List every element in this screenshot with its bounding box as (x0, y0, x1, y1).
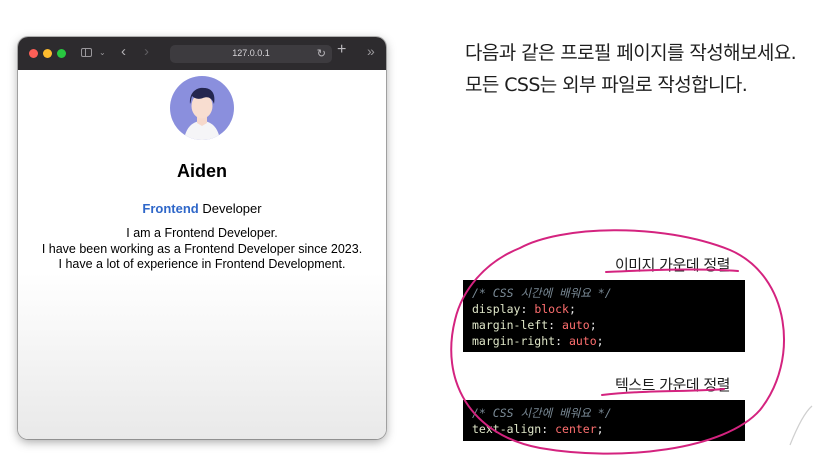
code-block-image-center: /* CSS 시간에 배워요 */ display: block; margin… (463, 280, 745, 352)
code-value: block (534, 302, 569, 316)
role-highlight: Frontend (142, 201, 199, 216)
code-prop: margin-left (472, 318, 549, 332)
profile-bio: I am a Frontend Developer. I have been w… (18, 226, 386, 273)
profile-role: Frontend Developer (18, 201, 386, 216)
instruction-line-2: 모든 CSS는 외부 파일로 작성합니다. (465, 74, 748, 96)
browser-titlebar: ⌄ ‹ › 127.0.0.1 ↻ + » (18, 37, 386, 70)
code-value: auto (562, 318, 590, 332)
bio-line: I am a Frontend Developer. (126, 226, 278, 240)
instruction-line-1: 다음과 같은 프로필 페이지를 작성해보세요. (465, 42, 797, 64)
address-bar[interactable]: 127.0.0.1 ↻ (170, 45, 332, 63)
close-window-button[interactable] (29, 49, 38, 58)
code-prop: display (472, 302, 521, 316)
avatar (170, 76, 234, 140)
forward-icon[interactable]: › (144, 44, 149, 59)
code-comment: /* CSS 시간에 배워요 */ (472, 286, 612, 300)
code-value: auto (568, 334, 597, 348)
role-rest: Developer (202, 201, 262, 216)
code-block-text-center: /* CSS 시간에 배워요 */ text-align: center; (463, 400, 745, 441)
reload-icon[interactable]: ↻ (317, 47, 326, 60)
code-value: center (555, 422, 597, 436)
tip-title-image-center: 이미지 가운데 정렬 (615, 256, 730, 274)
code-prop: text-align (472, 422, 542, 436)
annotation-faint-mark (789, 405, 813, 446)
instructions: 다음과 같은 프로필 페이지를 작성해보세요. 모든 CSS는 외부 파일로 작… (465, 37, 797, 101)
bio-line: I have a lot of experience in Frontend D… (58, 257, 346, 271)
person-avatar-icon (184, 87, 220, 140)
url-text: 127.0.0.1 (232, 48, 270, 58)
code-prop: margin-right (472, 334, 556, 348)
tip-title-text-center: 텍스트 가운데 정렬 (615, 376, 730, 394)
back-icon[interactable]: ‹ (121, 44, 126, 59)
minimize-window-button[interactable] (43, 49, 52, 58)
sidebar-icon[interactable] (81, 48, 92, 57)
new-tab-icon[interactable]: + (337, 42, 346, 58)
profile-name: Aiden (176, 161, 227, 181)
zoom-window-button[interactable] (57, 49, 66, 58)
code-comment: /* CSS 시간에 배워요 */ (472, 406, 612, 420)
more-icon[interactable]: » (367, 44, 375, 58)
bio-line: I have been working as a Frontend Develo… (41, 241, 363, 256)
browser-window: ⌄ ‹ › 127.0.0.1 ↻ + » Aiden Frontend Dev… (18, 37, 386, 439)
chevron-down-icon[interactable]: ⌄ (99, 47, 106, 59)
page-viewport: Aiden Frontend Developer I am a Frontend… (18, 70, 386, 439)
